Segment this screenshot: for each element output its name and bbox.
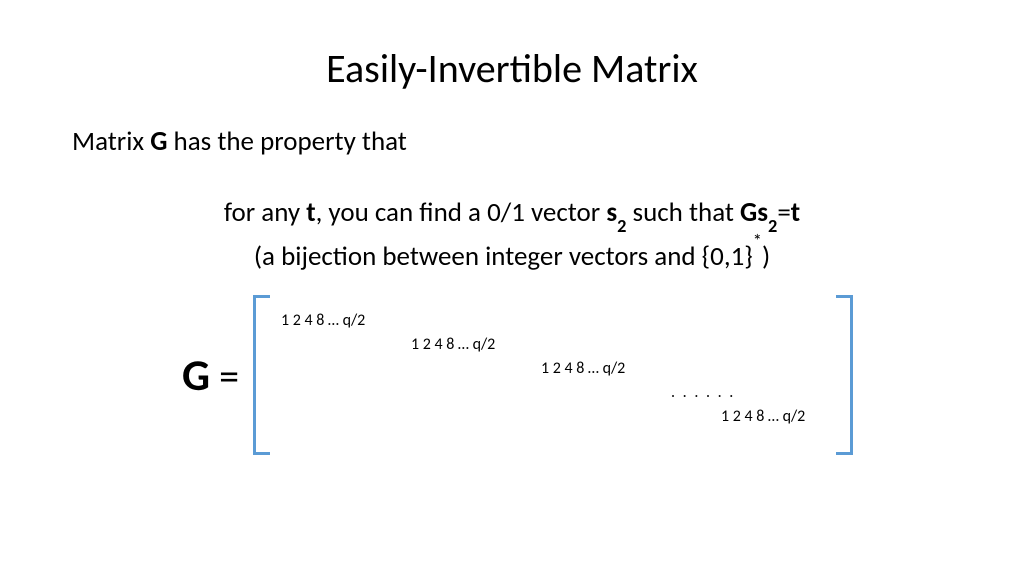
var-t2: t — [791, 196, 800, 229]
intro-line: Matrix G has the property that — [72, 125, 952, 158]
sub-2b: 2 — [768, 215, 777, 237]
slide-body: Matrix G has the property that for any t… — [72, 125, 952, 455]
slide: Easily-Invertible Matrix Matrix G has th… — [0, 44, 1024, 576]
matrix-label: G = — [182, 348, 239, 402]
text: , you can find a 0/1 vector — [316, 196, 607, 229]
matrix-row: 1 2 4 8 … q/2 — [281, 333, 825, 357]
matrix-body: 1 2 4 8 … q/2 1 2 4 8 … q/2 1 2 4 8 … q/… — [253, 295, 853, 455]
text: (a bijection between integer vectors and… — [254, 240, 753, 273]
matrix-row-ellipsis: . . . . . . — [281, 381, 825, 405]
text: such that — [626, 196, 740, 229]
matrix-row: 1 2 4 8 … q/2 — [281, 309, 825, 333]
sup-star: * — [753, 230, 762, 252]
matrix-row: 1 2 4 8 … q/2 — [281, 405, 825, 429]
var-Gs: Gs — [740, 196, 768, 229]
equals: = — [210, 352, 239, 401]
text: ) — [762, 240, 770, 273]
text: Matrix — [72, 125, 150, 158]
matrix-rows: 1 2 4 8 … q/2 1 2 4 8 … q/2 1 2 4 8 … q/… — [281, 309, 825, 429]
text: for any — [224, 196, 306, 229]
var-s: s — [606, 196, 617, 229]
text: has the property that — [167, 125, 406, 158]
right-bracket-icon — [836, 295, 853, 455]
var-G-big: G — [182, 348, 210, 402]
bijection-line: (a bijection between integer vectors and… — [72, 238, 952, 273]
left-bracket-icon — [253, 295, 270, 455]
var-t: t — [306, 196, 315, 229]
matrix-equation: G = 1 2 4 8 … q/2 1 2 4 8 … q/2 1 2 4 8 … — [182, 295, 952, 455]
matrix-row: 1 2 4 8 … q/2 — [281, 357, 825, 381]
slide-title: Easily-Invertible Matrix — [0, 44, 1024, 93]
sub-2: 2 — [617, 215, 626, 237]
eq: = — [777, 196, 790, 229]
var-G: G — [150, 125, 167, 158]
property-line: for any t, you can find a 0/1 vector s2 … — [72, 196, 952, 232]
